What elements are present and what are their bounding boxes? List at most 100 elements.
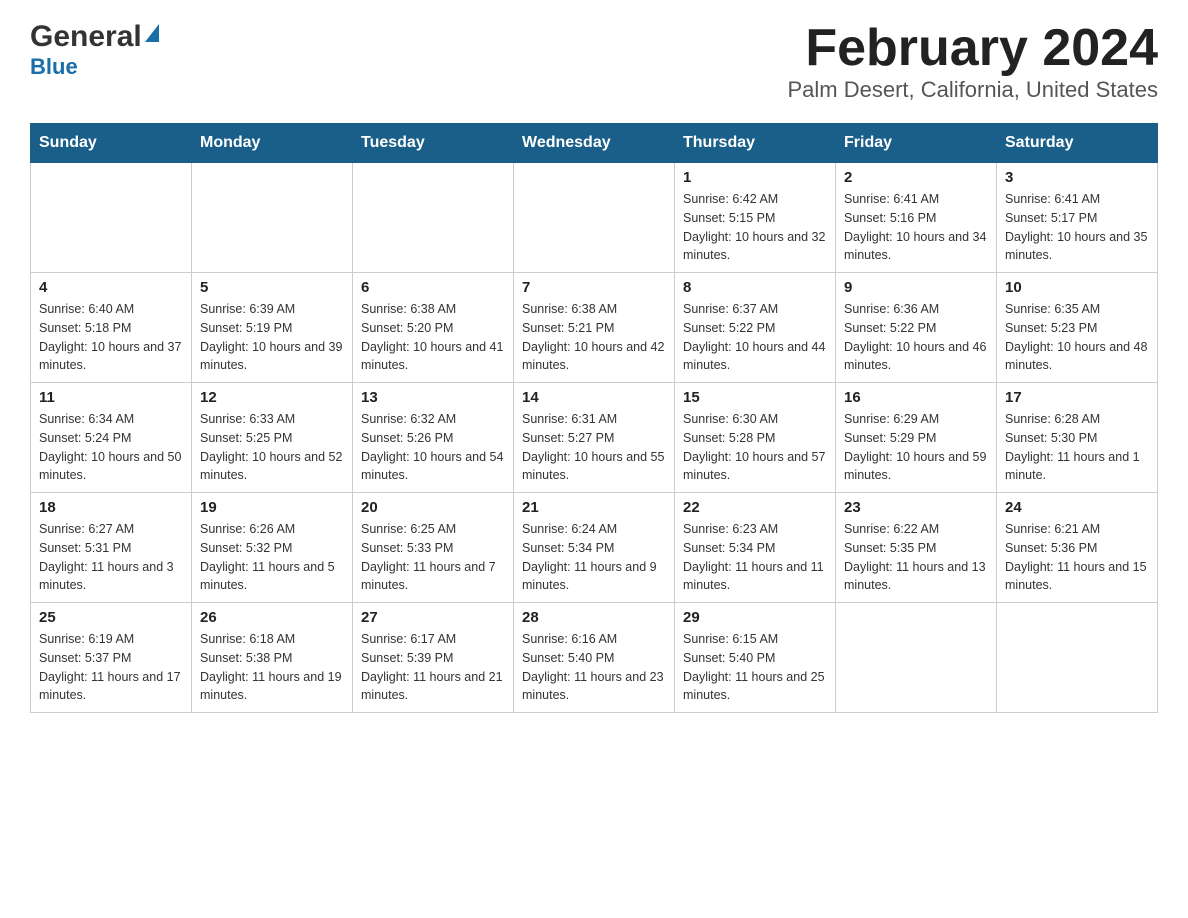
month-title: February 2024 — [788, 20, 1159, 77]
day-number: 20 — [361, 499, 505, 516]
calendar-week-1: 1 Sunrise: 6:42 AM Sunset: 5:15 PM Daylig… — [31, 163, 1158, 273]
day-number: 18 — [39, 499, 183, 516]
day-number: 12 — [200, 389, 344, 406]
day-number: 3 — [1005, 169, 1149, 186]
day-number: 10 — [1005, 279, 1149, 296]
calendar-week-5: 25Sunrise: 6:19 AM Sunset: 5:37 PM Dayli… — [31, 603, 1158, 713]
calendar-cell: 10 Sunrise: 6:35 AM Sunset: 5:23 PM Dayli… — [997, 273, 1158, 383]
day-info: Sunrise: 6:22 AM Sunset: 5:35 PM Dayligh… — [844, 520, 988, 595]
day-number: 24 — [1005, 499, 1149, 516]
day-info: Sunrise: 6:30 AM Sunset: 5:28 PM Dayligh… — [683, 410, 827, 485]
day-info: Sunrise: 6:38 AM Sunset: 5:21 PM Dayligh… — [522, 300, 666, 375]
calendar-cell — [353, 163, 514, 273]
calendar-cell: 1 Sunrise: 6:42 AM Sunset: 5:15 PM Daylig… — [675, 163, 836, 273]
day-info: Sunrise: 6:41 AM Sunset: 5:17 PM Dayligh… — [1005, 190, 1149, 265]
day-number: 9 — [844, 279, 988, 296]
calendar-cell: 27 Sunrise: 6:17 AM Sunset: 5:39 PM Dayli… — [353, 603, 514, 713]
day-number: 25 — [39, 609, 183, 626]
calendar-table: SundayMondayTuesdayWednesdayThursdayFrid… — [30, 123, 1158, 713]
day-number: 17 — [1005, 389, 1149, 406]
day-number: 8 — [683, 279, 827, 296]
calendar-cell — [192, 163, 353, 273]
calendar-cell: 19Sunrise: 6:26 AM Sunset: 5:32 PM Dayli… — [192, 493, 353, 603]
day-info: Sunrise: 6:34 AM Sunset: 5:24 PM Dayligh… — [39, 410, 183, 485]
weekday-header-thursday: Thursday — [675, 124, 836, 163]
day-info: Sunrise: 6:25 AM Sunset: 5:33 PM Dayligh… — [361, 520, 505, 595]
calendar-cell: 7 Sunrise: 6:38 AM Sunset: 5:21 PM Daylig… — [514, 273, 675, 383]
day-info: Sunrise: 6:16 AM Sunset: 5:40 PM Dayligh… — [522, 630, 666, 705]
calendar-cell: 3 Sunrise: 6:41 AM Sunset: 5:17 PM Daylig… — [997, 163, 1158, 273]
day-info: Sunrise: 6:37 AM Sunset: 5:22 PM Dayligh… — [683, 300, 827, 375]
day-info: Sunrise: 6:32 AM Sunset: 5:26 PM Dayligh… — [361, 410, 505, 485]
calendar-cell: 23 Sunrise: 6:22 AM Sunset: 5:35 PM Dayli… — [836, 493, 997, 603]
day-number: 29 — [683, 609, 827, 626]
calendar-week-4: 18 Sunrise: 6:27 AM Sunset: 5:31 PM Dayli… — [31, 493, 1158, 603]
day-number: 28 — [522, 609, 666, 626]
day-number: 27 — [361, 609, 505, 626]
location-title: Palm Desert, California, United States — [788, 77, 1159, 103]
calendar-cell: 11 Sunrise: 6:34 AM Sunset: 5:24 PM Dayli… — [31, 383, 192, 493]
day-number: 14 — [522, 389, 666, 406]
day-number: 15 — [683, 389, 827, 406]
day-info: Sunrise: 6:23 AM Sunset: 5:34 PM Dayligh… — [683, 520, 827, 595]
day-number: 16 — [844, 389, 988, 406]
calendar-cell: 8 Sunrise: 6:37 AM Sunset: 5:22 PM Daylig… — [675, 273, 836, 383]
calendar-cell: 4 Sunrise: 6:40 AM Sunset: 5:18 PM Daylig… — [31, 273, 192, 383]
day-info: Sunrise: 6:40 AM Sunset: 5:18 PM Dayligh… — [39, 300, 183, 375]
day-info: Sunrise: 6:21 AM Sunset: 5:36 PM Dayligh… — [1005, 520, 1149, 595]
day-info: Sunrise: 6:29 AM Sunset: 5:29 PM Dayligh… — [844, 410, 988, 485]
weekday-header-saturday: Saturday — [997, 124, 1158, 163]
day-info: Sunrise: 6:24 AM Sunset: 5:34 PM Dayligh… — [522, 520, 666, 595]
day-info: Sunrise: 6:17 AM Sunset: 5:39 PM Dayligh… — [361, 630, 505, 705]
weekday-header-tuesday: Tuesday — [353, 124, 514, 163]
calendar-cell: 16 Sunrise: 6:29 AM Sunset: 5:29 PM Dayli… — [836, 383, 997, 493]
day-info: Sunrise: 6:41 AM Sunset: 5:16 PM Dayligh… — [844, 190, 988, 265]
day-number: 22 — [683, 499, 827, 516]
calendar-cell: 14 Sunrise: 6:31 AM Sunset: 5:27 PM Dayli… — [514, 383, 675, 493]
calendar-cell: 12 Sunrise: 6:33 AM Sunset: 5:25 PM Dayli… — [192, 383, 353, 493]
calendar-cell: 13 Sunrise: 6:32 AM Sunset: 5:26 PM Dayli… — [353, 383, 514, 493]
calendar-cell: 5 Sunrise: 6:39 AM Sunset: 5:19 PM Daylig… — [192, 273, 353, 383]
calendar-cell: 17Sunrise: 6:28 AM Sunset: 5:30 PM Dayli… — [997, 383, 1158, 493]
day-number: 1 — [683, 169, 827, 186]
day-number: 4 — [39, 279, 183, 296]
logo-triangle-icon — [145, 24, 159, 42]
calendar-week-3: 11 Sunrise: 6:34 AM Sunset: 5:24 PM Dayli… — [31, 383, 1158, 493]
calendar-cell: 29Sunrise: 6:15 AM Sunset: 5:40 PM Dayli… — [675, 603, 836, 713]
day-info: Sunrise: 6:38 AM Sunset: 5:20 PM Dayligh… — [361, 300, 505, 375]
day-number: 11 — [39, 389, 183, 406]
day-info: Sunrise: 6:27 AM Sunset: 5:31 PM Dayligh… — [39, 520, 183, 595]
day-number: 26 — [200, 609, 344, 626]
day-number: 7 — [522, 279, 666, 296]
weekday-header-sunday: Sunday — [31, 124, 192, 163]
day-info: Sunrise: 6:35 AM Sunset: 5:23 PM Dayligh… — [1005, 300, 1149, 375]
calendar-cell — [836, 603, 997, 713]
day-info: Sunrise: 6:33 AM Sunset: 5:25 PM Dayligh… — [200, 410, 344, 485]
day-info: Sunrise: 6:18 AM Sunset: 5:38 PM Dayligh… — [200, 630, 344, 705]
calendar-cell — [514, 163, 675, 273]
calendar-cell: 18 Sunrise: 6:27 AM Sunset: 5:31 PM Dayli… — [31, 493, 192, 603]
day-info: Sunrise: 6:36 AM Sunset: 5:22 PM Dayligh… — [844, 300, 988, 375]
logo-general-text: General — [30, 20, 142, 54]
calendar-cell — [31, 163, 192, 273]
calendar-cell: 22 Sunrise: 6:23 AM Sunset: 5:34 PM Dayli… — [675, 493, 836, 603]
page-header: General Blue February 2024 Palm Desert, … — [30, 20, 1158, 103]
weekday-header-monday: Monday — [192, 124, 353, 163]
day-info: Sunrise: 6:42 AM Sunset: 5:15 PM Dayligh… — [683, 190, 827, 265]
day-number: 5 — [200, 279, 344, 296]
calendar-cell: 25Sunrise: 6:19 AM Sunset: 5:37 PM Dayli… — [31, 603, 192, 713]
day-info: Sunrise: 6:31 AM Sunset: 5:27 PM Dayligh… — [522, 410, 666, 485]
calendar-cell: 21Sunrise: 6:24 AM Sunset: 5:34 PM Dayli… — [514, 493, 675, 603]
calendar-cell — [997, 603, 1158, 713]
calendar-cell: 28 Sunrise: 6:16 AM Sunset: 5:40 PM Dayli… — [514, 603, 675, 713]
day-number: 23 — [844, 499, 988, 516]
calendar-week-2: 4 Sunrise: 6:40 AM Sunset: 5:18 PM Daylig… — [31, 273, 1158, 383]
weekday-header-wednesday: Wednesday — [514, 124, 675, 163]
logo: General Blue — [30, 20, 159, 80]
weekday-header-friday: Friday — [836, 124, 997, 163]
day-number: 13 — [361, 389, 505, 406]
logo-blue-text: Blue — [30, 54, 159, 80]
title-block: February 2024 Palm Desert, California, U… — [788, 20, 1159, 103]
day-info: Sunrise: 6:39 AM Sunset: 5:19 PM Dayligh… — [200, 300, 344, 375]
calendar-cell: 26 Sunrise: 6:18 AM Sunset: 5:38 PM Dayli… — [192, 603, 353, 713]
